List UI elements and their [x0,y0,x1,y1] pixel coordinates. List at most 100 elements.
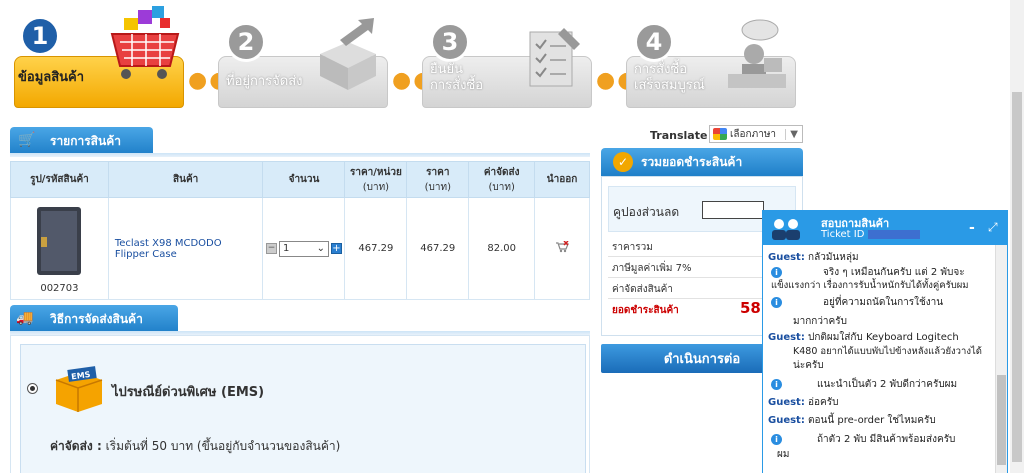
step-2-shipping-address[interactable]: 2 ที่อยู่การจัดส่ง [218,10,388,108]
summary-total-value: 58 [740,299,761,317]
translate-select[interactable]: เลือกภาษา ▼ [709,125,803,143]
col-shipping: ค่าจัดส่ง (บาท) [468,161,536,198]
qty-select[interactable]: 1 ⌄ [278,240,329,257]
translate-label: Translate : [650,129,716,142]
chat-message: Guest: กลัวมันหลุ่ม [768,252,859,263]
col-product: สินค้า [107,161,264,198]
cart-panel-header: 🛒 รายการสินค้า [10,127,153,155]
price: 467.29 [406,197,470,300]
truck-icon: 🚚 [16,310,34,326]
chat-header: สอบถามสินค้า Ticket ID - ⤢ [763,211,1007,245]
step-2-number: 2 [226,22,266,62]
qty-decrease-button[interactable]: − [265,243,277,254]
shipping-method-radio[interactable] [27,383,38,394]
ems-logo-icon: EMS [55,366,103,412]
summary-row-vat: ภาษีมูลค่าเพิ่ม 7% [612,263,692,274]
remove-from-cart-icon[interactable] [555,240,569,253]
summary-row-shipping: ค่าจัดส่งสินค้า [612,284,673,295]
qty-increase-button[interactable]: + [330,243,342,254]
chat-message: Guest: ตอนนี้ pre-order ใช่ไหมครับ [768,415,936,426]
chat-expand-button[interactable]: ⤢ [988,220,998,235]
col-qty: จำนวน [262,161,346,198]
chat-scrollbar[interactable] [995,245,1007,473]
qty-cell: − 1 ⌄ + [262,197,346,300]
cart-panel-divider [10,153,590,157]
check-badge-icon: ✓ [613,152,633,172]
col-price: ราคา (บาท) [406,161,470,198]
product-image-cell: 002703 [10,197,109,300]
ticket-id-redacted [867,229,920,239]
chat-message: Guest: ปกติผมใส่กับ Keyboard Logitech [768,332,959,343]
chat-message: น่ะครับ [793,360,824,371]
shipping-panel-title: วิธีการจัดส่งสินค้า [50,311,143,326]
chat-scrollbar-thumb[interactable] [997,375,1006,465]
step-1-number: 1 [20,16,60,56]
unit-price: 467.29 [344,197,408,300]
shipping-box-icon [320,18,376,90]
shipping-method-name: ไปรษณีย์ด่วนพิเศษ (EMS) [112,385,265,400]
chat-message: แนะนำเป็นตัว 2 พับดีกว่าครับผม [817,379,958,390]
summary-panel-title: รวมยอดชำระสินค้า [641,154,743,169]
chat-widget: สอบถามสินค้า Ticket ID - ⤢ Guest: กลัวมั… [762,210,1008,473]
step-1-label: ข้อมูลสินค้า [18,70,85,85]
chat-message: i [771,296,782,309]
step-3-number: 3 [430,22,470,62]
support-team-icon [772,219,800,240]
step-2-label: ที่อยู่การจัดส่ง [226,74,303,89]
shipping-fee: ค่าจัดส่ง : เริ่มต้นที่ 50 บาท (ขึ้นอยู่… [50,437,340,456]
col-remove: นำออก [534,161,590,198]
translate-select-value: เลือกภาษา [730,128,777,140]
shipping-fee-text: เริ่มต้นที่ 50 บาท (ขึ้นอยู่กับจำนวนของส… [105,439,341,453]
chat-minimize-button[interactable]: - [969,220,975,236]
checklist-icon [529,28,580,87]
summary-panel-header: ✓ รวมยอดชำระสินค้า [601,148,803,176]
table-row: 002703 Teclast X98 MCDODO Flipper Case −… [10,197,590,300]
step-3-label-line2: การสั่งซื้อ [430,78,484,93]
product-name-link[interactable]: Teclast X98 MCDODO Flipper Case [107,197,264,300]
step-4-label-line2: เสร็จสมบูรณ์ [634,78,705,93]
page-scrollbar-thumb[interactable] [1012,92,1022,462]
step-1-product-info[interactable]: 1 ข้อมูลสินค้า [14,6,184,108]
chat-message: แข็งแรงกว่า เรื่องการรับน้ำหนักรับได้ทั้… [771,280,969,291]
product-code: 002703 [40,283,79,294]
page-scrollbar[interactable] [1010,0,1024,473]
chevron-down-icon: ▼ [785,128,802,140]
agent-info-icon: i [771,379,782,390]
support-agent-icon [728,19,786,88]
agent-info-icon: i [771,297,782,308]
chat-message: Guest: อ่อครับ [768,397,839,408]
summary-divider [608,256,763,257]
cart-table: รูป/รหัสสินค้า สินค้า จำนวน ราคา/หน่วย (บ… [10,161,590,300]
shipping-fee-label: ค่าจัดส่ง : [50,439,102,453]
chat-ticket-label: Ticket ID [821,229,920,240]
cart-panel-title: รายการสินค้า [50,133,121,148]
step-4-label-line1: การสั่งซื้อ [634,62,688,77]
step-4-order-complete[interactable]: 4 การสั่งซื้อ เสร็จสมบูรณ์ [626,10,796,108]
chevron-down-icon: ⌄ [316,243,325,254]
cart-icon: 🛒 [18,132,36,148]
product-thumbnail[interactable] [31,203,87,279]
google-translate-icon [713,128,727,140]
chat-message: i [771,378,782,391]
chat-message: i [771,266,782,279]
chat-message: i [771,433,782,446]
coupon-input[interactable] [702,201,764,219]
agent-info-icon: i [771,434,782,445]
summary-row-subtotal: ราคารวม [612,242,653,253]
cart-table-header: รูป/รหัสสินค้า สินค้า จำนวน ราคา/หน่วย (บ… [10,161,590,198]
step-3-label-line1: ยืนยัน [430,62,464,77]
chat-message: K480 อยากได้แบบพับไปข้างหลังแล้วยังวางได… [793,346,982,357]
summary-total-label: ยอดชำระสินค้า [612,305,679,316]
step-3-confirm-order[interactable]: 3 ยืนยัน การสั่งซื้อ [422,10,592,108]
coupon-label: คูปองส่วนลด [613,205,680,219]
checkout-page: 1 ข้อมูลสินค้า ●● 2 ที่อยู่การจัดส่ง ●● … [0,0,1024,473]
agent-info-icon: i [771,267,782,278]
chat-message: ถ้าตัว 2 พับ มีสินค้าพร้อมส่งครับ [817,434,956,445]
col-unit-price: ราคา/หน่วย (บาท) [344,161,408,198]
summary-divider [608,277,763,278]
remove-cell [534,197,590,300]
shipping-panel-header: 🚚 วิธีการจัดส่งสินค้า [10,305,178,333]
chat-message: ผม [777,449,790,460]
chat-messages: Guest: กลัวมันหลุ่ม i จริง ๆ เหมือนกันคร… [763,245,995,473]
shipping-cost: 82.00 [468,197,536,300]
